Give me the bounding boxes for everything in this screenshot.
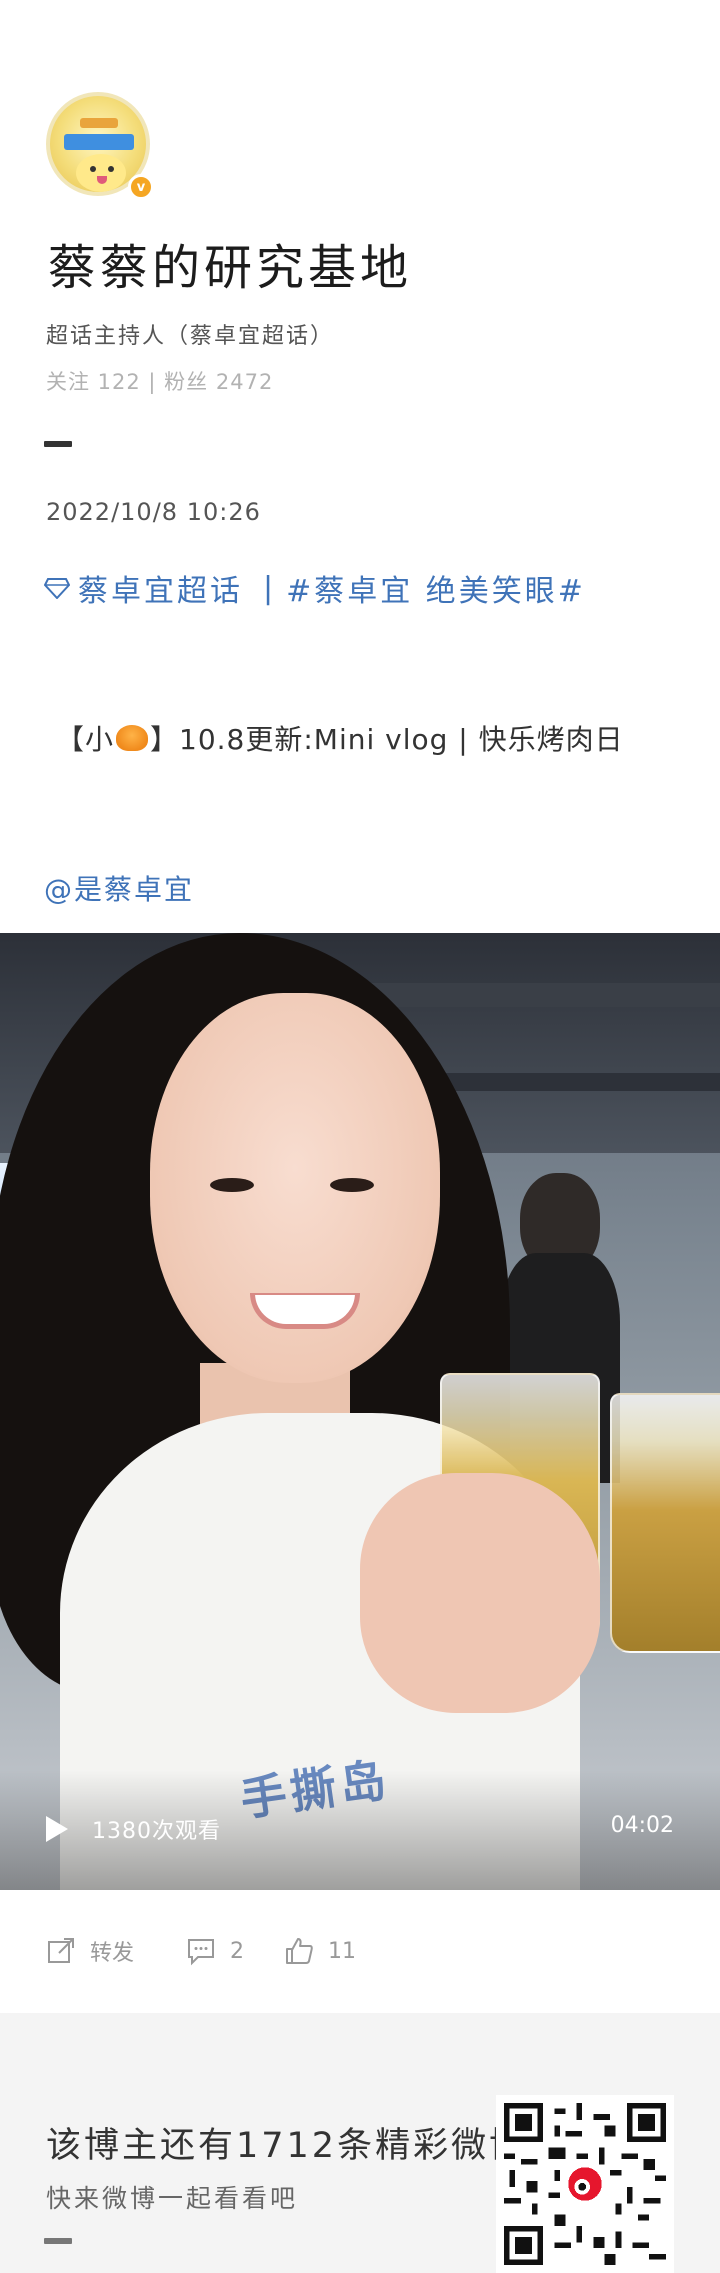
supertopic-link[interactable]: 蔡卓宜超话 xyxy=(78,566,243,610)
divider xyxy=(44,441,72,447)
video-subject-eye xyxy=(210,1178,254,1192)
view-count: 1380次观看 xyxy=(92,1819,221,1844)
footer-title: 该博主还有1712条精彩微博 xyxy=(46,2126,516,2166)
comment-count: 2 xyxy=(230,1938,244,1964)
post-date: 2022/10/8 10:26 xyxy=(46,498,261,526)
beer-glass xyxy=(610,1393,720,1653)
post-topics: 蔡卓宜超话 | #蔡卓宜 绝美笑眼# xyxy=(44,566,586,610)
video-background xyxy=(360,983,720,1007)
video-background xyxy=(420,1073,720,1091)
like-button[interactable]: 11 xyxy=(284,1936,356,1966)
verified-badge-icon: v xyxy=(128,174,154,200)
repost-button[interactable]: 转发 xyxy=(46,1935,134,1967)
divider xyxy=(44,2238,72,2244)
action-bar: 转发 2 11 xyxy=(0,1910,720,1992)
footer-subtitle: 快来微博一起看看吧 xyxy=(46,2184,299,2213)
play-icon[interactable] xyxy=(46,1816,68,1842)
diamond-icon xyxy=(44,578,70,599)
repost-label: 转发 xyxy=(90,1941,135,1966)
headline-prefix: 【小 xyxy=(56,723,115,756)
footer-banner[interactable]: 该博主还有1712条精彩微博 快来微博一起看看吧 xyxy=(0,2013,720,2273)
avatar-eye xyxy=(108,166,114,172)
video-subject-face xyxy=(150,993,440,1383)
qr-code-icon xyxy=(504,2103,666,2265)
avatar-decoration xyxy=(80,118,118,128)
post-headline: 【小 】10.8更新:Mini vlog | 快乐烤肉日 xyxy=(56,718,624,758)
like-count: 11 xyxy=(328,1938,356,1964)
avatar-container[interactable]: v xyxy=(46,92,158,204)
profile-stats: 关注 122 | 粉丝 2472 xyxy=(46,370,274,394)
profile-role: 超话主持人（蔡卓宜超话） xyxy=(46,324,335,349)
share-icon xyxy=(48,1938,74,1963)
video-subject-smile xyxy=(250,1293,360,1329)
comment-button[interactable]: 2 xyxy=(186,1936,244,1966)
headline-suffix: 】10.8更新:Mini vlog | 快乐烤肉日 xyxy=(150,723,624,756)
qr-code xyxy=(496,2095,674,2273)
video-subject-hand xyxy=(360,1473,600,1713)
avatar-decoration xyxy=(64,134,134,150)
avatar-face xyxy=(76,154,126,192)
profile-name[interactable]: 蔡蔡的研究基地 xyxy=(48,228,412,298)
comment-icon xyxy=(188,1939,214,1966)
bun-emoji-icon xyxy=(116,725,149,751)
video-duration: 04:02 xyxy=(610,1813,674,1838)
avatar-eye xyxy=(90,166,96,172)
topic-separator: | xyxy=(263,570,277,606)
hashtag-link[interactable]: #蔡卓宜 绝美笑眼# xyxy=(286,566,586,610)
video-subject-eye xyxy=(330,1178,374,1192)
video-player[interactable]: 手撕岛 1380次观看 04:02 xyxy=(0,933,720,1890)
mention-link[interactable]: @是蔡卓宜 xyxy=(44,868,194,908)
thumbs-up-icon xyxy=(286,1938,313,1964)
